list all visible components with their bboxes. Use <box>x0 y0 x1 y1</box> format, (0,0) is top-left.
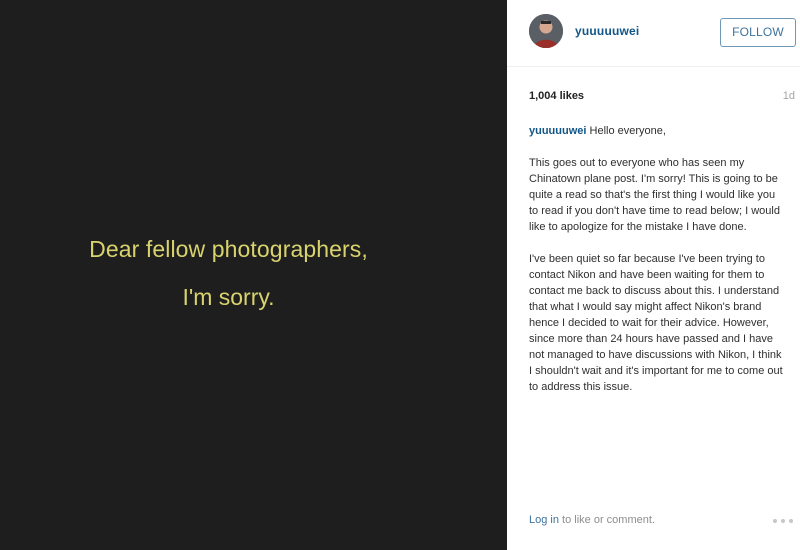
post-image: Dear fellow photographers, I'm sorry. <box>0 0 507 550</box>
follow-button[interactable]: FOLLOW <box>720 18 796 47</box>
post-side-panel: yuuuuuwei FOLLOW 1,004 likes 1d yuuuuuwe… <box>507 0 800 550</box>
post-timestamp[interactable]: 1d <box>783 90 795 102</box>
caption-first-line: yuuuuuwei Hello everyone, <box>529 123 784 139</box>
image-text-line-1: Dear fellow photographers, <box>89 236 368 262</box>
avatar-image-icon <box>529 14 563 48</box>
caption-greeting: Hello everyone, <box>589 125 666 137</box>
image-text-line-2: I'm sorry. <box>182 284 275 310</box>
instagram-post-view: Dear fellow photographers, I'm sorry. yu… <box>0 0 800 550</box>
post-meta: 1,004 likes 1d <box>529 90 795 106</box>
login-prompt-text: to like or comment. <box>558 514 655 526</box>
post-caption: yuuuuuwei Hello everyone, This goes out … <box>529 123 784 395</box>
post-header: yuuuuuwei FOLLOW <box>507 0 800 67</box>
caption-paragraph-2: I've been quiet so far because I've been… <box>529 253 783 393</box>
caption-username[interactable]: yuuuuuwei <box>529 125 586 137</box>
like-count[interactable]: 1,004 likes <box>529 90 584 102</box>
avatar[interactable] <box>529 14 563 48</box>
caption-paragraph-1: This goes out to everyone who has seen m… <box>529 157 780 233</box>
post-footer: Log in to like or comment. <box>529 514 795 530</box>
login-link[interactable]: Log in <box>529 514 559 526</box>
post-username[interactable]: yuuuuuwei <box>575 24 639 38</box>
more-options-icon[interactable] <box>771 514 795 528</box>
